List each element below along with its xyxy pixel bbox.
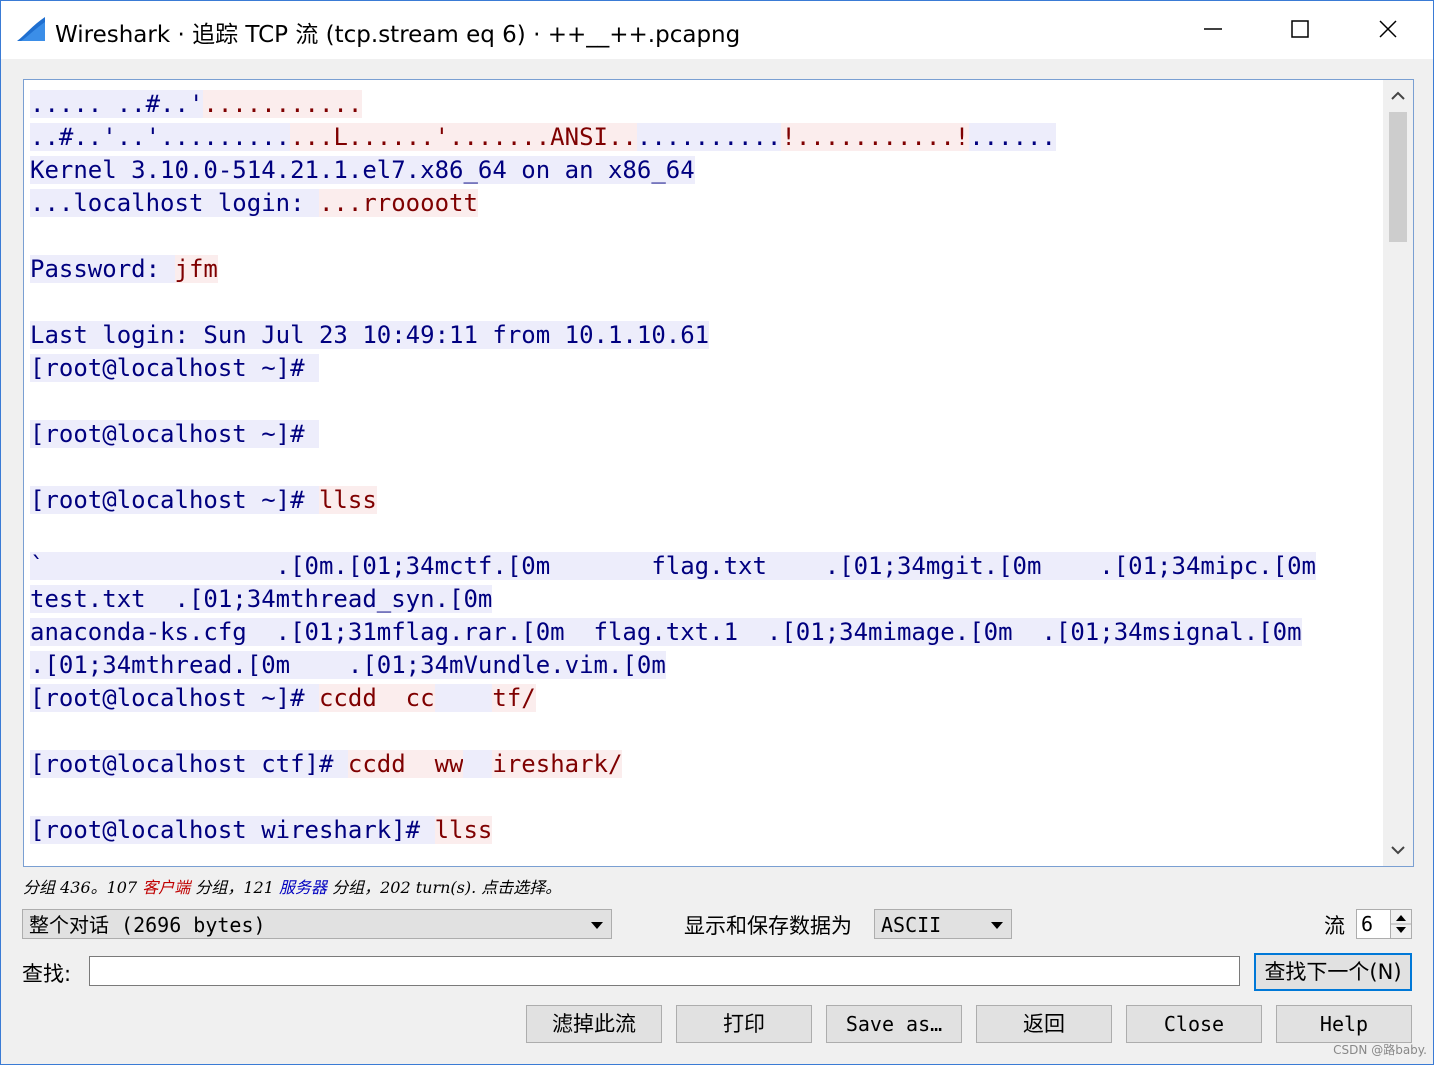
client-text: llss — [318, 486, 377, 514]
show-as-select-value: ASCII — [881, 913, 942, 937]
stream-line: Last login: Sun Jul 23 10:49:11 from 10.… — [30, 319, 1380, 352]
server-text: [root@localhost ~]# — [30, 354, 319, 382]
stream-line: Kernel 3.10.0-514.21.1.el7.x86_64 on an … — [30, 154, 1380, 187]
close-window-button[interactable] — [1368, 9, 1408, 49]
summary-client-link[interactable]: 客户端 — [142, 878, 190, 897]
client-text: llss — [434, 816, 493, 844]
save-as-button[interactable]: Save as… — [826, 1005, 962, 1043]
client-text: ireshark/ — [492, 750, 623, 778]
stream-number-value: 6 — [1361, 912, 1374, 936]
client-text: !...........! — [781, 123, 970, 151]
stream-line: anaconda-ks.cfg .[01;31mflag.rar.[0m fla… — [30, 616, 1380, 649]
server-text: [root@localhost ~]# — [30, 486, 319, 514]
stream-lines: ..... ..#..'........... ..#..'..'........… — [30, 88, 1380, 847]
follow-tcp-stream-window: Wireshark · 追踪 TCP 流 (tcp.stream eq 6) ·… — [0, 0, 1434, 1065]
close-button[interactable]: Close — [1126, 1005, 1262, 1043]
stream-line — [30, 781, 1380, 814]
server-text: ..... ..#..' — [30, 90, 204, 118]
server-text — [463, 750, 493, 778]
stream-line: [root@localhost wireshark]# llss — [30, 814, 1380, 847]
watermark-text: CSDN @路baby. — [1333, 1043, 1427, 1057]
stream-line: [root@localhost ~]# llss — [30, 484, 1380, 517]
spin-arrows-icon[interactable] — [1391, 910, 1411, 938]
minimize-button[interactable] — [1193, 9, 1233, 49]
client-text: ccdd ww — [347, 750, 464, 778]
chevron-down-icon[interactable] — [1388, 840, 1408, 860]
find-label: 查找: — [22, 962, 72, 986]
show-as-select[interactable]: ASCII — [874, 909, 1012, 939]
server-text: Kernel 3.10.0-514.21.1.el7.x86_64 on an … — [30, 156, 695, 184]
stream-line: ..... ..#..'........... — [30, 88, 1380, 121]
server-text: [root@localhost ~]# — [30, 420, 319, 448]
spin-buttons[interactable] — [1390, 910, 1411, 938]
stream-line: ...localhost login: ...rroooott — [30, 187, 1380, 220]
minimize-icon — [1204, 28, 1222, 30]
summary-middle: 分组，121 — [190, 878, 279, 897]
stream-line: ..#..'..'............L......'.......ANSI… — [30, 121, 1380, 154]
server-text: ...... — [969, 123, 1056, 151]
client-text: ...L......'.......ANSI.. — [290, 123, 637, 151]
dropdown-arrow-icon — [591, 922, 603, 929]
server-text: .[01;34mthread.[0m .[01;34mVundle.vim.[0… — [30, 651, 666, 679]
server-text — [434, 684, 493, 712]
stream-line — [30, 451, 1380, 484]
conversation-select[interactable]: 整个对话 (2696 bytes) — [22, 909, 612, 939]
wireshark-fin-icon — [17, 17, 45, 41]
dropdown-arrow-icon — [991, 922, 1003, 929]
stream-line — [30, 715, 1380, 748]
server-text: ...localhost login: — [30, 189, 319, 217]
stream-line: Password: jfm — [30, 253, 1380, 286]
stream-line: .[01;34mthread.[0m .[01;34mVundle.vim.[0… — [30, 649, 1380, 682]
packet-summary: 分组 436。107 客户端 分组，121 服务器 分组，202 turn(s)… — [23, 874, 561, 898]
stream-line — [30, 220, 1380, 253]
maximize-icon — [1291, 20, 1309, 38]
back-button[interactable]: 返回 — [976, 1005, 1112, 1043]
stream-line: [root@localhost ctf]# ccdd ww ireshark/ — [30, 748, 1380, 781]
server-text: anaconda-ks.cfg .[01;31mflag.rar.[0m fla… — [30, 618, 1302, 646]
summary-prefix: 分组 436。107 — [23, 878, 143, 897]
stream-line: ` .[0m.[01;34mctf.[0m flag.txt .[01;34mg… — [30, 550, 1380, 583]
stream-line — [30, 385, 1380, 418]
stream-label: 流 — [1324, 914, 1345, 938]
client-text: jfm — [174, 255, 218, 283]
stream-line: [root@localhost ~]# — [30, 418, 1380, 451]
stream-text-area[interactable]: ..... ..#..'........... ..#..'..'........… — [23, 79, 1414, 867]
close-icon — [1379, 20, 1397, 38]
stream-line — [30, 286, 1380, 319]
show-as-label: 显示和保存数据为 — [684, 914, 852, 938]
summary-server-link[interactable]: 服务器 — [279, 878, 327, 897]
filter-out-stream-button[interactable]: 滤掉此流 — [526, 1005, 662, 1043]
server-text: test.txt .[01;34mthread_syn.[0m — [30, 585, 493, 613]
stream-line — [30, 517, 1380, 550]
server-text: .......... — [636, 123, 782, 151]
stream-line: [root@localhost ~]# — [30, 352, 1380, 385]
server-text: [root@localhost wireshark]# — [30, 816, 435, 844]
find-input[interactable] — [89, 956, 1240, 986]
client-text: tf/ — [492, 684, 536, 712]
stream-line: test.txt .[01;34mthread_syn.[0m — [30, 583, 1380, 616]
help-button[interactable]: Help — [1276, 1005, 1412, 1043]
conversation-select-value: 整个对话 (2696 bytes) — [29, 913, 266, 937]
title-bar: Wireshark · 追踪 TCP 流 (tcp.stream eq 6) ·… — [1, 1, 1433, 59]
server-text: ..#..'..'......... — [30, 123, 291, 151]
window-title: Wireshark · 追踪 TCP 流 (tcp.stream eq 6) ·… — [55, 22, 741, 48]
summary-suffix: 分组，202 turn(s). 点击选择。 — [327, 878, 562, 897]
scrollbar-thumb[interactable] — [1389, 112, 1407, 242]
server-text: ` .[0m.[01;34mctf.[0m flag.txt .[01;34mg… — [30, 552, 1316, 580]
client-text: ccdd cc — [318, 684, 435, 712]
server-text: Password: — [30, 255, 175, 283]
stream-number-spinbox[interactable]: 6 — [1356, 909, 1412, 939]
print-button[interactable]: 打印 — [676, 1005, 812, 1043]
stream-line: [root@localhost ~]# ccdd cc tf/ — [30, 682, 1380, 715]
server-text: [root@localhost ~]# — [30, 684, 319, 712]
server-text: [root@localhost ctf]# — [30, 750, 348, 778]
client-text: ........... — [203, 90, 363, 118]
find-next-button[interactable]: 查找下一个(N) — [1254, 953, 1412, 991]
vertical-scrollbar[interactable] — [1383, 80, 1413, 866]
chevron-up-icon[interactable] — [1388, 86, 1408, 106]
server-text: Last login: Sun Jul 23 10:49:11 from 10.… — [30, 321, 710, 349]
client-text: ...rroooott — [318, 189, 478, 217]
maximize-button[interactable] — [1280, 9, 1320, 49]
